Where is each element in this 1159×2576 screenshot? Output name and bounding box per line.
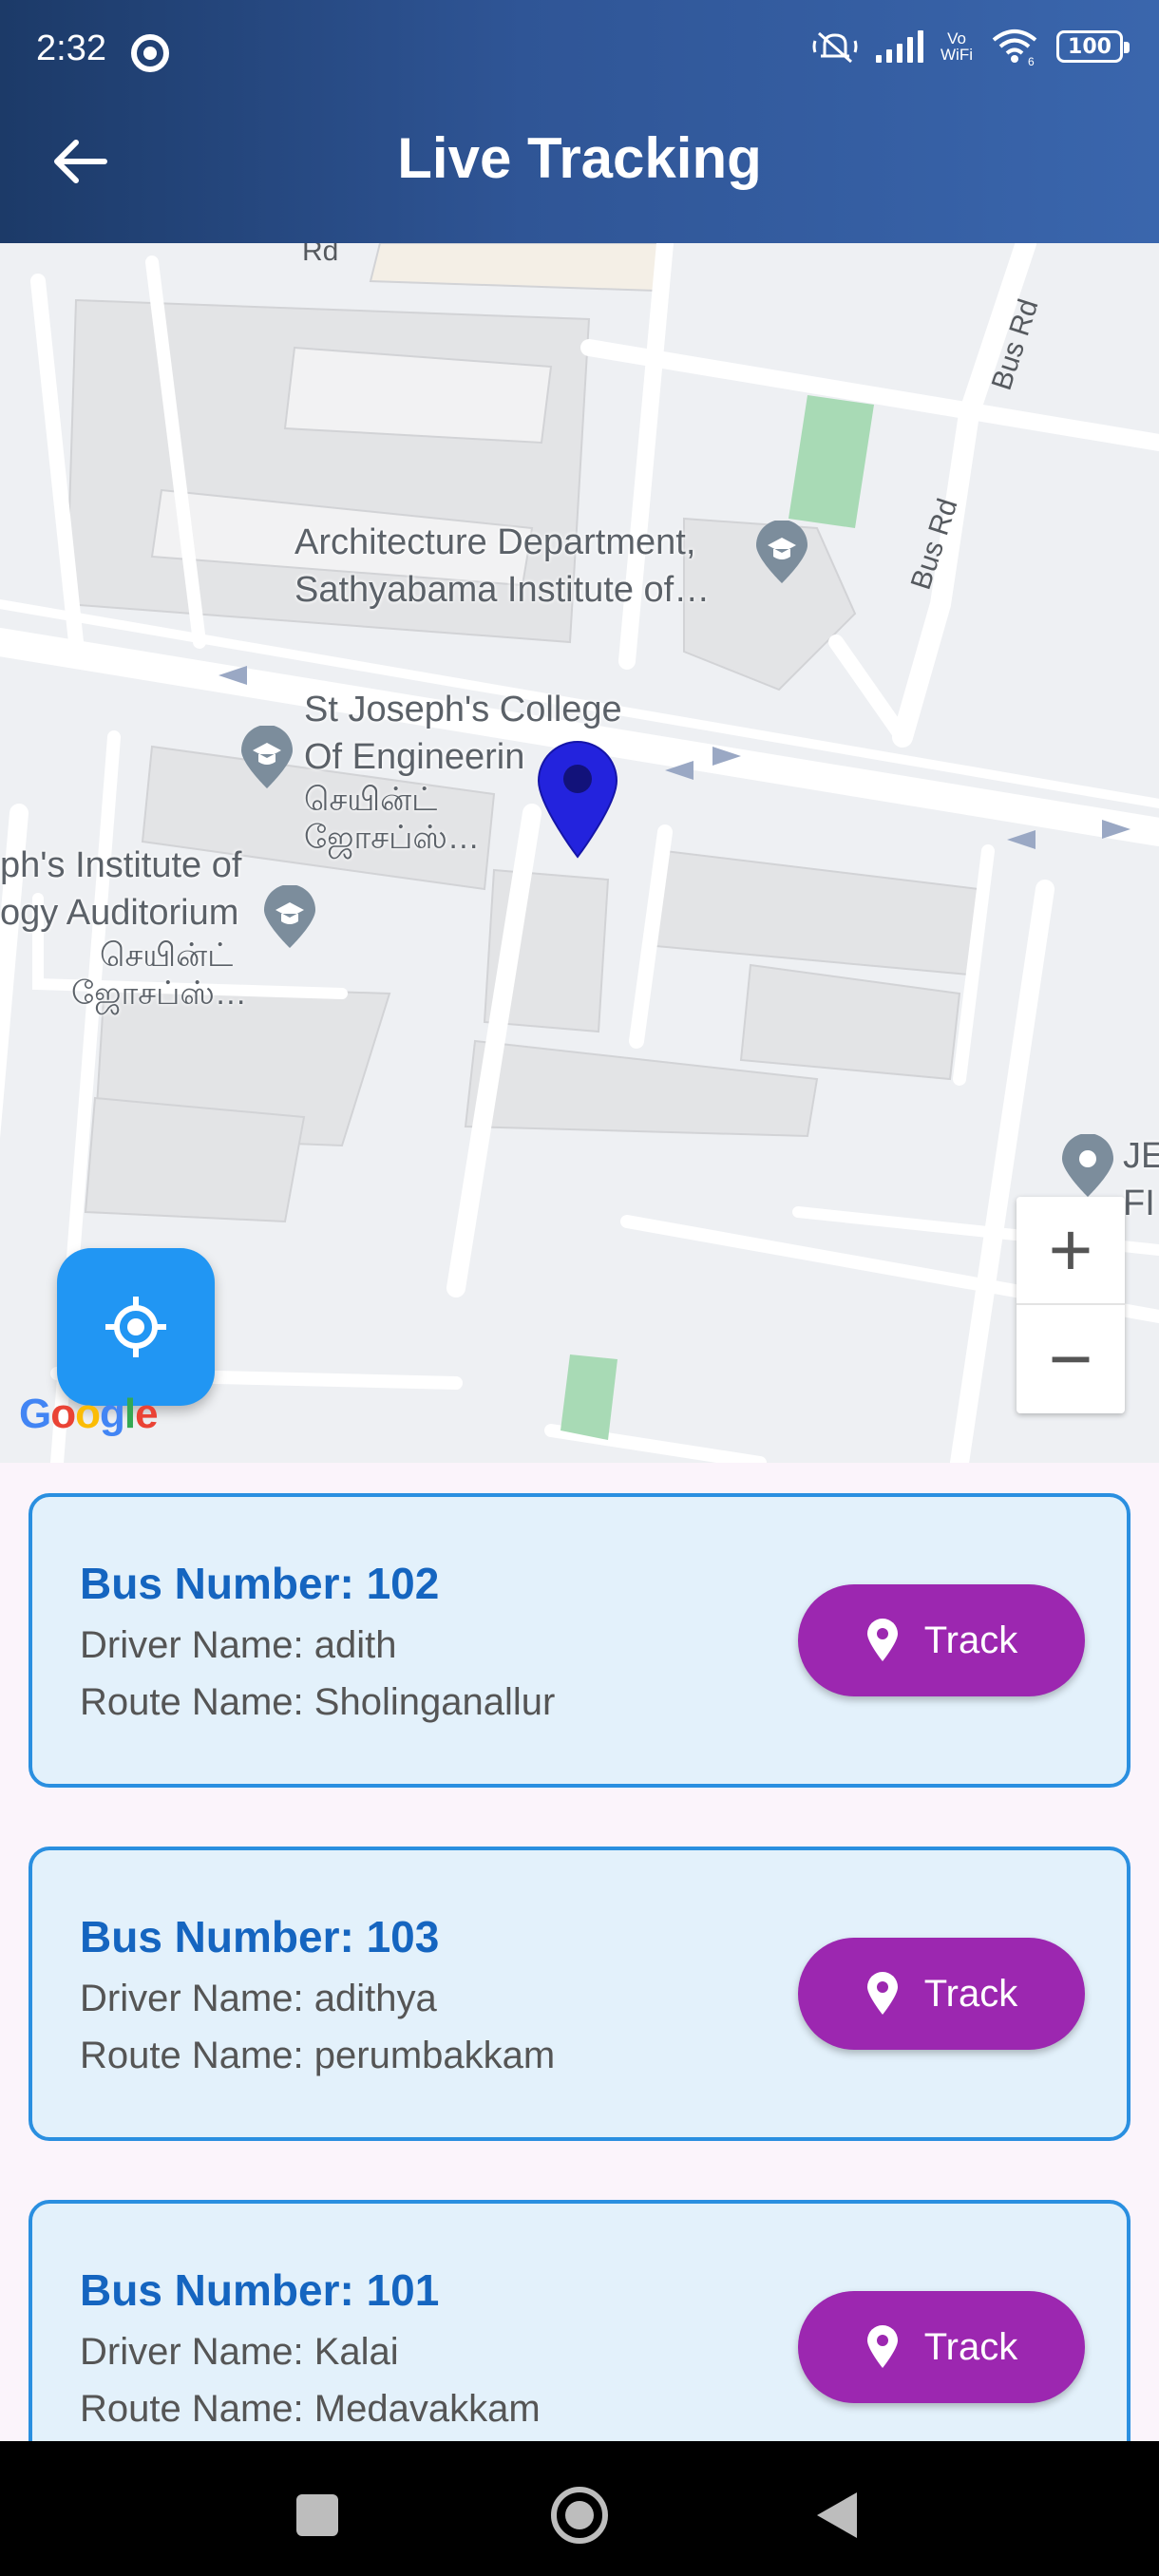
zoom-in-button[interactable]: + [1016, 1197, 1125, 1305]
route-name: Route Name: perumbakkam [80, 2035, 556, 2076]
app-header: 2:32 Vo WiFi 6 100 Live Tracking [0, 0, 1159, 243]
status-icons: Vo WiFi 6 100 [811, 27, 1130, 66]
road-label: Rd [302, 243, 339, 267]
route-name: Route Name: Medavakkam [80, 2388, 541, 2430]
muted-bell-icon [812, 31, 858, 64]
home-button[interactable] [551, 2487, 608, 2544]
track-button[interactable]: Track [798, 1938, 1085, 2050]
status-time: 2:32 [36, 28, 106, 68]
driver-name: Driver Name: adithya [80, 1978, 437, 2019]
place-poi-icon [1062, 1134, 1113, 1197]
bus-location-marker-icon[interactable] [535, 739, 620, 862]
battery-icon: 100 [1056, 30, 1130, 63]
location-pin-icon [866, 1972, 898, 2015]
battery-level: 100 [1068, 34, 1112, 59]
driver-name: Driver Name: Kalai [80, 2331, 399, 2373]
bus-card: Bus Number: 102 Driver Name: adith Route… [28, 1493, 1130, 1788]
system-nav-bar [0, 2441, 1159, 2576]
track-button-label: Track [923, 1619, 1018, 1661]
system-back-button[interactable] [817, 2492, 857, 2538]
route-name: Route Name: Sholinganallur [80, 1681, 556, 1723]
zoom-controls: + − [1016, 1197, 1125, 1413]
track-button-label: Track [923, 2325, 1018, 2368]
signal-icon [876, 30, 924, 63]
location-pin-icon [866, 1619, 898, 1661]
bus-number: Bus Number: 102 [80, 1559, 440, 1608]
track-button[interactable]: Track [798, 2291, 1085, 2403]
map-place-label[interactable]: ph's Institute of ogy Auditorium செயின்ட… [0, 842, 247, 1013]
page-title: Live Tracking [397, 126, 762, 190]
bus-card: Bus Number: 103 Driver Name: adithya Rou… [28, 1847, 1130, 2141]
my-location-button[interactable] [57, 1248, 215, 1406]
google-attribution[interactable]: Google [19, 1391, 159, 1438]
vowifi-label: Vo WiFi [940, 29, 973, 64]
bus-number: Bus Number: 101 [80, 2265, 440, 2315]
school-poi-icon [241, 726, 293, 788]
map-place-label[interactable]: JE FI [1123, 1132, 1159, 1227]
track-button[interactable]: Track [798, 1584, 1085, 1696]
my-location-icon [105, 1297, 166, 1357]
driver-name: Driver Name: adith [80, 1624, 397, 1666]
wifi-sub-label: 6 [1028, 55, 1035, 66]
wifi-icon: 6 [992, 29, 1037, 66]
zoom-out-button[interactable]: − [1016, 1305, 1125, 1413]
bus-number: Bus Number: 103 [80, 1912, 440, 1961]
notification-dot-icon [131, 34, 169, 72]
recents-button[interactable] [296, 2494, 338, 2536]
track-button-label: Track [923, 1972, 1018, 2015]
map-view[interactable]: Bus Rd Bus Rd Rd Architecture Department… [0, 243, 1159, 1463]
school-poi-icon [756, 521, 808, 583]
school-poi-icon [264, 885, 315, 948]
location-pin-icon [866, 2325, 898, 2368]
map-place-label[interactable]: Architecture Department, Sathyabama Inst… [294, 519, 710, 614]
